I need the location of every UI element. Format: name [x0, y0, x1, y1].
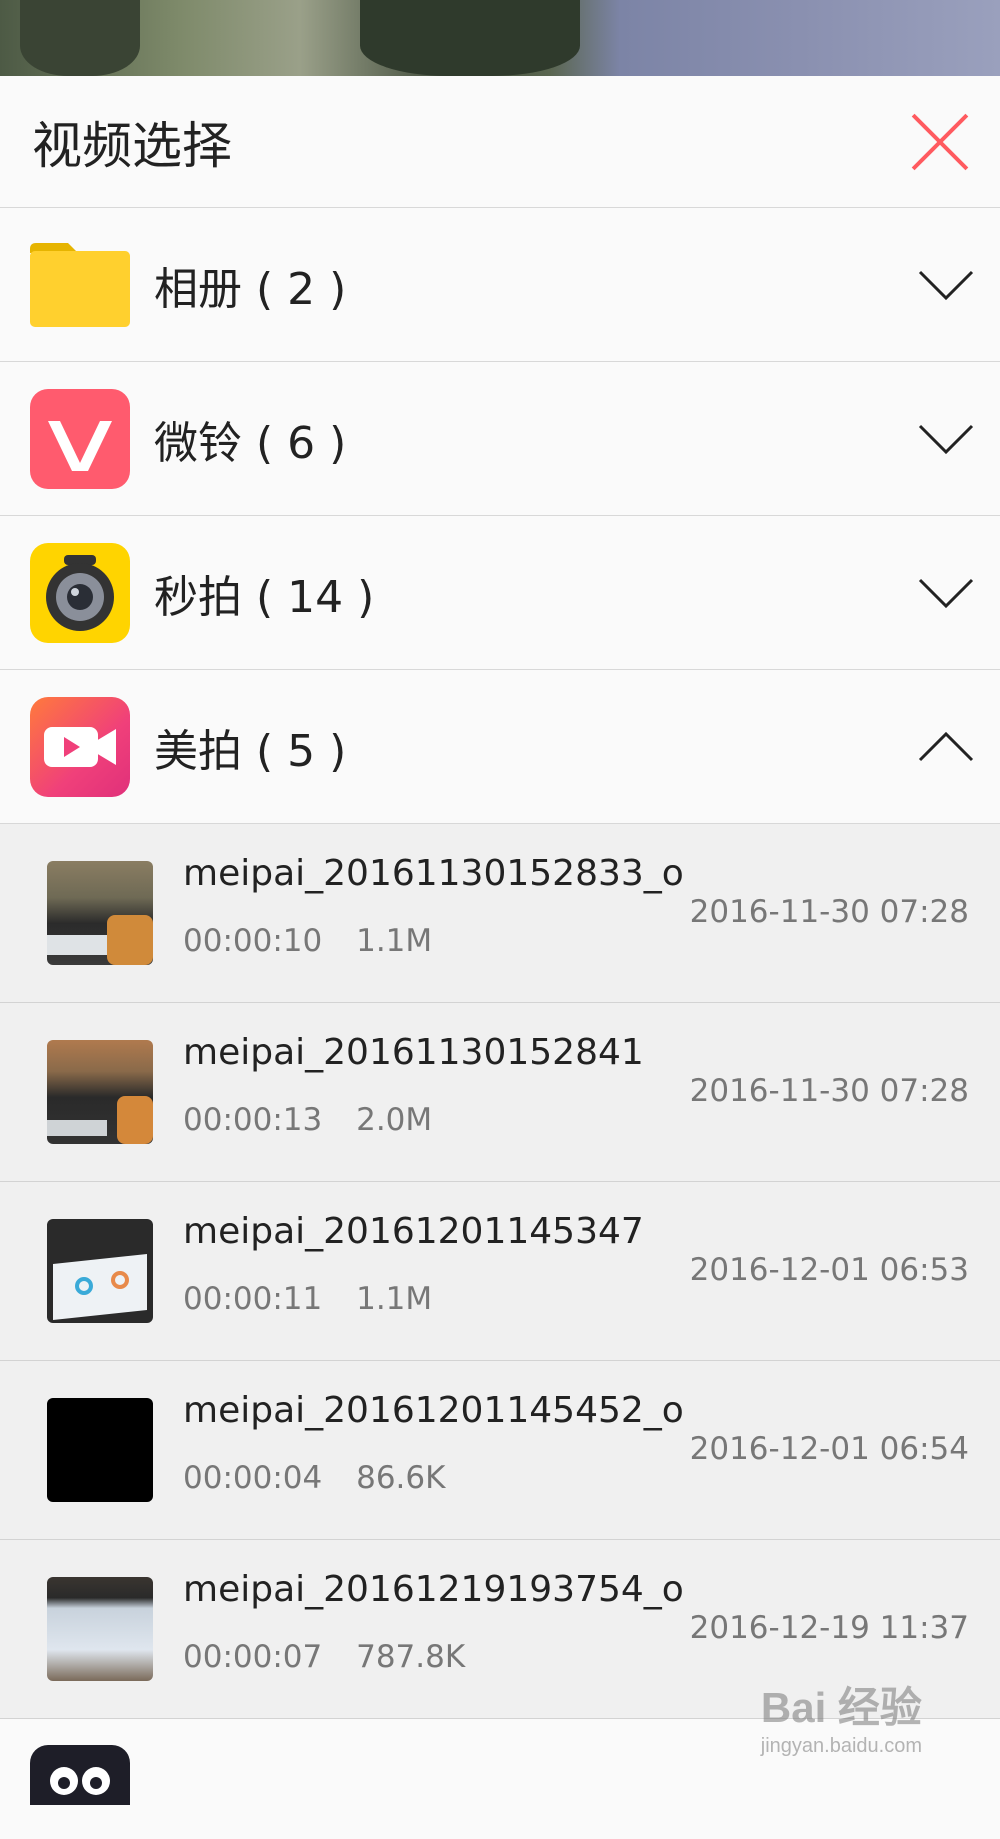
miaopai-app-icon — [30, 542, 130, 643]
group-miaopai[interactable]: 秒拍 ( 14 ) — [0, 516, 1000, 670]
video-size: 787.8K — [356, 1639, 466, 1675]
video-date: 2016-11-30 07:28 — [689, 894, 969, 930]
video-item[interactable]: meipai_20161201145452_o 00:00:04 86.6K 2… — [0, 1361, 1000, 1540]
video-duration: 00:00:13 — [183, 1102, 323, 1138]
video-date: 2016-12-19 11:37 — [689, 1610, 969, 1646]
weiling-app-icon — [30, 388, 130, 489]
chevron-down-icon[interactable] — [918, 414, 974, 464]
video-name: meipai_20161201145452_o — [183, 1390, 684, 1431]
video-list: meipai_20161130152833_o 00:00:10 1.1M 20… — [0, 824, 1000, 1719]
video-name: meipai_20161130152841 — [183, 1032, 644, 1073]
video-item[interactable]: meipai_20161130152841 00:00:13 2.0M 2016… — [0, 1003, 1000, 1182]
video-item[interactable]: meipai_20161201145347 00:00:11 1.1M 2016… — [0, 1182, 1000, 1361]
video-item[interactable]: meipai_20161130152833_o 00:00:10 1.1M 20… — [0, 824, 1000, 1003]
group-label: 秒拍 ( 14 ) — [154, 571, 375, 623]
meipai-app-icon — [30, 696, 130, 797]
page-title: 视频选择 — [32, 116, 232, 175]
video-size: 1.1M — [356, 923, 433, 959]
chevron-down-icon[interactable] — [918, 568, 974, 618]
group-album[interactable]: 相册 ( 2 ) — [0, 208, 1000, 362]
video-size: 2.0M — [356, 1102, 433, 1138]
bg-tree-shape — [360, 0, 580, 76]
group-label: 微铃 ( 6 ) — [154, 417, 347, 469]
video-thumbnail — [47, 1577, 153, 1681]
video-name: meipai_20161130152833_o — [183, 853, 684, 894]
video-thumbnail — [47, 861, 153, 965]
video-meta: 00:00:07 787.8K — [183, 1639, 489, 1675]
chevron-up-icon[interactable] — [918, 722, 974, 772]
video-size: 86.6K — [356, 1460, 446, 1496]
group-weiling[interactable]: 微铃 ( 6 ) — [0, 362, 1000, 516]
video-duration: 00:00:11 — [183, 1281, 323, 1317]
video-meta: 00:00:10 1.1M — [183, 923, 456, 959]
panel-header: 视频选择 — [0, 76, 1000, 208]
video-duration: 00:00:04 — [183, 1460, 323, 1496]
group-label: 美拍 ( 5 ) — [154, 725, 347, 777]
video-size: 1.1M — [356, 1281, 433, 1317]
video-meta: 00:00:13 2.0M — [183, 1102, 456, 1138]
video-date: 2016-11-30 07:28 — [689, 1073, 969, 1109]
baidu-jingyan-watermark: Bai 经验 jingyan.baidu.com — [761, 1674, 922, 1758]
video-date: 2016-12-01 06:54 — [689, 1431, 969, 1467]
chevron-down-icon[interactable] — [918, 260, 974, 310]
video-meta: 00:00:04 86.6K — [183, 1460, 469, 1496]
group-meipai[interactable]: 美拍 ( 5 ) — [0, 670, 1000, 824]
watermark-url: jingyan.baidu.com — [760, 1735, 922, 1757]
video-name: meipai_20161201145347 — [183, 1211, 644, 1252]
app-icon — [30, 1745, 130, 1805]
background-video-frame — [0, 0, 1000, 76]
watermark-text: Bai 经验 — [760, 1684, 922, 1731]
video-thumbnail — [47, 1219, 153, 1323]
group-label: 相册 ( 2 ) — [154, 263, 347, 315]
video-duration: 00:00:07 — [183, 1639, 323, 1675]
video-date: 2016-12-01 06:53 — [689, 1252, 969, 1288]
video-thumbnail — [47, 1398, 153, 1502]
video-duration: 00:00:10 — [183, 923, 323, 959]
close-icon[interactable] — [910, 112, 970, 172]
video-thumbnail — [47, 1040, 153, 1144]
folder-icon — [30, 235, 130, 335]
video-meta: 00:00:11 1.1M — [183, 1281, 456, 1317]
video-name: meipai_20161219193754_o — [183, 1569, 684, 1610]
video-select-panel: 视频选择 相册 ( 2 ) 微铃 ( 6 ) 秒拍 (14) 美拍 (5 … — [0, 76, 1000, 1805]
bg-tree-shape — [20, 0, 140, 76]
